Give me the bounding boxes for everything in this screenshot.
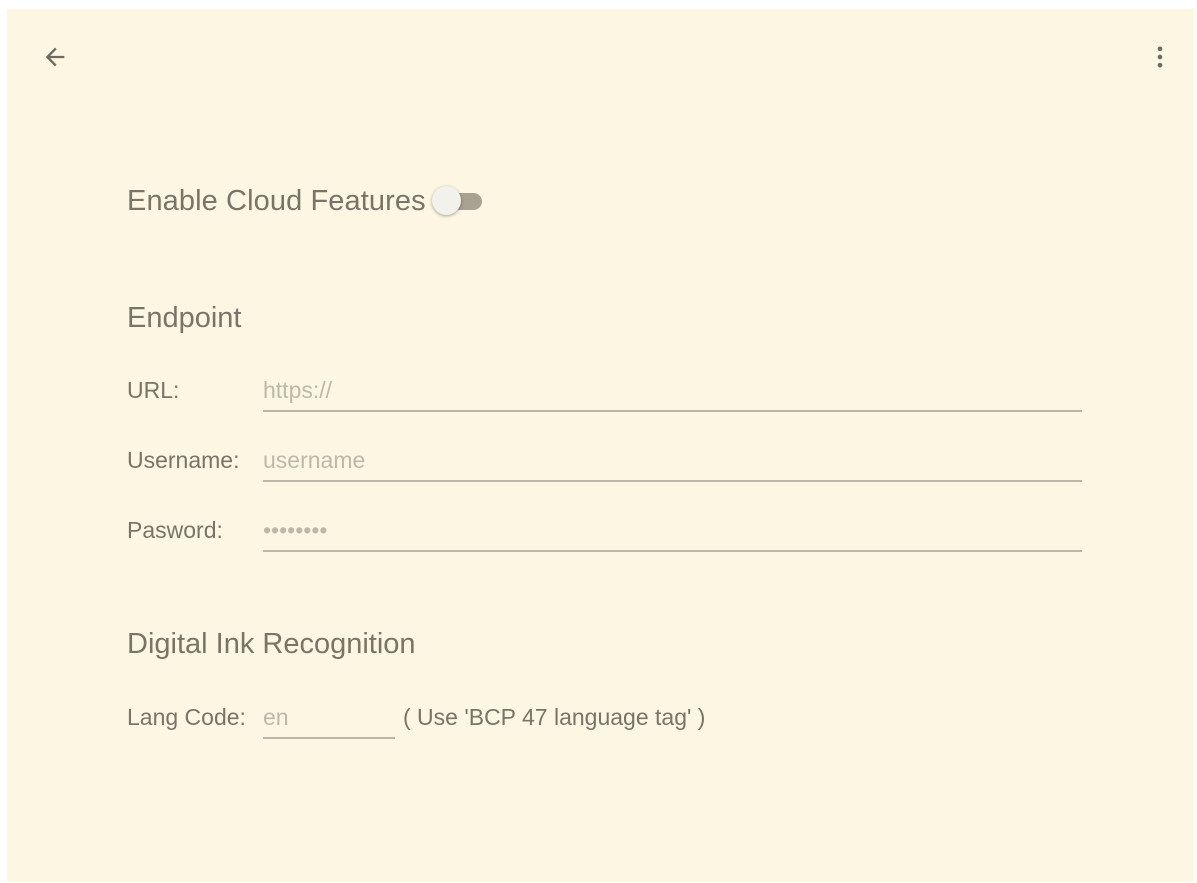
- username-row: Username:: [127, 438, 1087, 482]
- back-button[interactable]: [31, 33, 79, 81]
- lang-code-label: Lang Code:: [127, 704, 246, 730]
- lang-code-row: Lang Code: ( Use 'BCP 47 language tag' ): [127, 695, 1087, 739]
- endpoint-section-title: Endpoint: [127, 302, 242, 334]
- password-label: Pasword:: [127, 517, 223, 543]
- lang-code-hint: ( Use 'BCP 47 language tag' ): [403, 704, 706, 730]
- switch-thumb: [431, 186, 461, 215]
- url-input[interactable]: [263, 370, 1082, 412]
- lang-code-input[interactable]: [263, 697, 395, 739]
- cloud-features-label: Enable Cloud Features: [127, 184, 426, 217]
- username-input[interactable]: [263, 440, 1082, 482]
- password-input[interactable]: [263, 510, 1082, 552]
- password-row: Pasword:: [127, 508, 1087, 552]
- username-label: Username:: [127, 447, 240, 473]
- ink-recognition-section-title: Digital Ink Recognition: [127, 628, 416, 660]
- more-options-button[interactable]: [1136, 33, 1184, 81]
- cloud-features-switch[interactable]: [431, 184, 488, 218]
- url-label: URL:: [127, 377, 180, 403]
- settings-screen: Enable Cloud Features Endpoint URL: User…: [7, 9, 1194, 882]
- url-row: URL:: [127, 368, 1087, 412]
- more-vert-icon: [1157, 46, 1163, 68]
- cloud-features-row: Enable Cloud Features: [127, 180, 488, 222]
- arrow-left-icon: [45, 47, 65, 67]
